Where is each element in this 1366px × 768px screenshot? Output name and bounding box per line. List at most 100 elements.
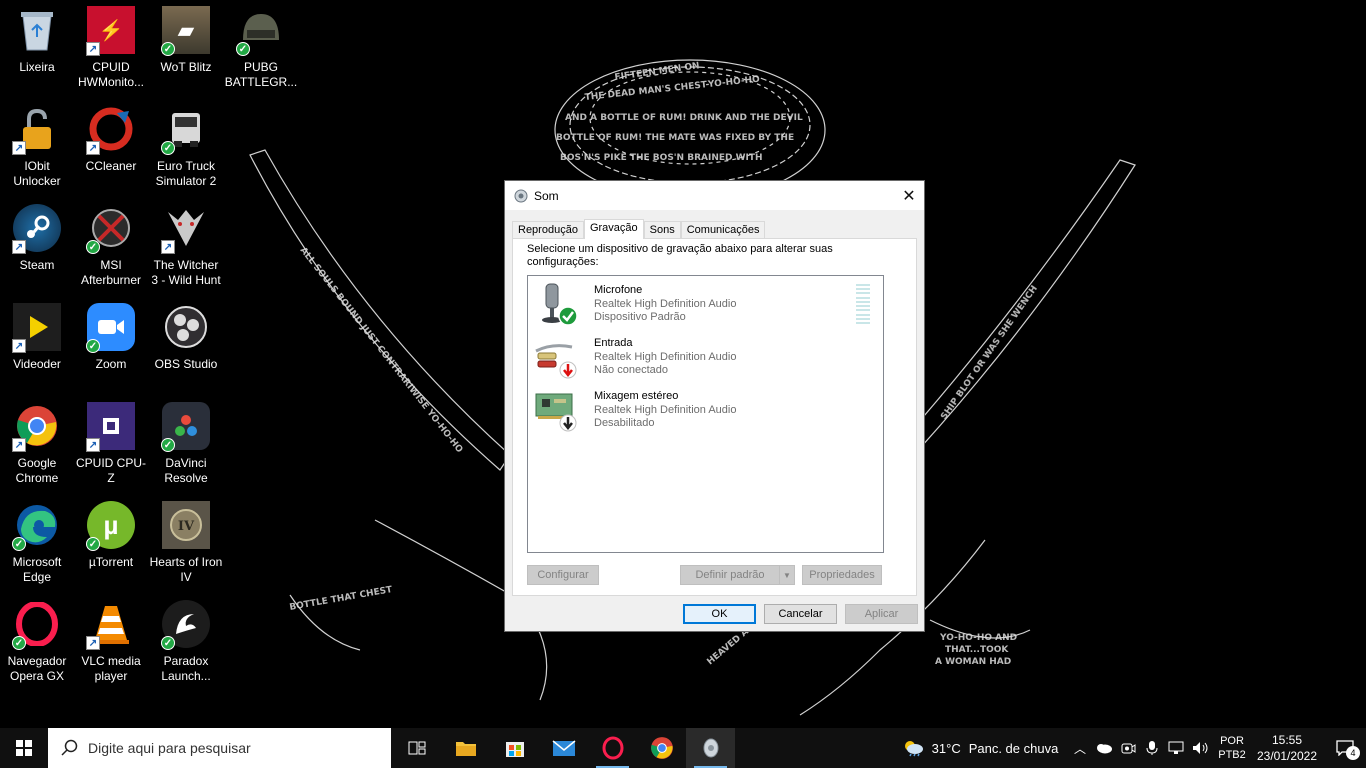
desktop-icon-paradox-launcher[interactable]: ✓ Paradox Launch... <box>149 594 223 686</box>
shortcut-arrow-icon: ↗ <box>12 339 26 353</box>
desktop-icon-label: Hearts of Iron IV <box>149 555 223 584</box>
desktop-icon-euro-truck-simulator-2[interactable]: ✓ Euro Truck Simulator 2 <box>149 99 223 191</box>
desktop-icon-steam[interactable]: ↗ Steam <box>0 198 74 290</box>
desktop-icon-google-chrome[interactable]: ↗ Google Chrome <box>0 396 74 488</box>
svg-text:BOTTLE OF RUM! THE MATE WAS FI: BOTTLE OF RUM! THE MATE WAS FIXED BY THE <box>556 133 794 143</box>
set-default-dropdown[interactable]: ▼ <box>779 565 795 585</box>
desktop-icon-label: The Witcher 3 - Wild Hunt <box>151 258 221 287</box>
network-tray-button[interactable] <box>1164 728 1188 768</box>
desktop-icon-iobit-unlocker[interactable]: ↗ IObit Unlocker <box>0 99 74 191</box>
close-button[interactable]: ✕ <box>894 181 924 210</box>
device-driver: Realtek High Definition Audio <box>594 298 737 310</box>
taskbar-file-explorer[interactable] <box>441 728 490 768</box>
device-driver: Realtek High Definition Audio <box>594 351 737 363</box>
tab-gravacao[interactable]: Gravação <box>583 219 644 239</box>
desktop-icon-ccleaner[interactable]: ↗ CCleaner <box>74 99 148 191</box>
taskbar-microsoft-store[interactable] <box>490 728 539 768</box>
shortcut-arrow-icon: ↗ <box>86 438 100 452</box>
apply-button[interactable]: Aplicar <box>845 604 918 624</box>
cloud-icon <box>1097 744 1112 754</box>
desktop-icon-msi-afterburner[interactable]: ✓ MSI Afterburner <box>74 198 148 290</box>
taskbar-google-chrome[interactable] <box>637 728 686 768</box>
store-icon <box>505 742 524 757</box>
tab-sons[interactable]: Sons <box>643 221 681 239</box>
desktop-icon-videoder[interactable]: ↗ Videoder <box>0 297 74 389</box>
camera-tray-button[interactable] <box>1116 728 1140 768</box>
desktop-icon-obs-studio[interactable]: OBS Studio <box>149 297 223 389</box>
keyboard-layout: PTB2 <box>1218 749 1246 761</box>
tab-comunicacoes[interactable]: Comunicações <box>680 221 766 239</box>
task-view-button[interactable] <box>392 728 441 768</box>
desktop-icon-utorrent[interactable]: µ ✓ µTorrent <box>74 495 148 587</box>
desktop-icon-davinci-resolve[interactable]: ✓ DaVinci Resolve <box>149 396 223 488</box>
ok-button[interactable]: OK <box>683 604 756 624</box>
language-code: POR <box>1220 735 1244 747</box>
properties-button[interactable]: Propriedades <box>802 565 882 585</box>
desktop-icon-label: IObit Unlocker <box>13 159 61 188</box>
clock[interactable]: 15:55 23/01/2022 <box>1250 728 1324 768</box>
shortcut-arrow-icon: ↗ <box>86 42 100 56</box>
recording-device-list[interactable]: Microfone Realtek High Definition Audio … <box>527 275 884 553</box>
dialog-titlebar[interactable]: Som ✕ <box>505 181 924 210</box>
sync-check-icon: ✓ <box>12 537 26 551</box>
chevron-up-icon: ︿ <box>1073 741 1086 756</box>
taskbar-sound-settings[interactable] <box>686 728 735 768</box>
folder-icon <box>455 742 476 756</box>
desktop-icon-label: Lixeira <box>19 60 55 74</box>
instruction-text: Selecione um dispositivo de gravação aba… <box>527 243 833 268</box>
taskbar-search-box[interactable]: Digite aqui para pesquisar <box>48 728 391 768</box>
configure-button[interactable]: Configurar <box>527 565 599 585</box>
tab-reproducao[interactable]: Reprodução <box>512 221 584 239</box>
cancel-button[interactable]: Cancelar <box>764 604 837 624</box>
shortcut-arrow-icon: ↗ <box>86 141 100 155</box>
wot-blitz-icon: ▰ ✓ <box>161 6 210 56</box>
start-button[interactable] <box>0 728 48 768</box>
notification-center-button[interactable]: 4 <box>1324 728 1366 768</box>
davinci-resolve-icon: ✓ <box>161 402 210 452</box>
onedrive-tray-button[interactable] <box>1092 728 1116 768</box>
microphone-tray-button[interactable] <box>1140 728 1164 768</box>
utorrent-icon: µ ✓ <box>86 501 135 551</box>
desktop-icon-cpuid-hwmonitor[interactable]: ⚡ ↗ CPUID HWMonito... <box>74 0 148 92</box>
shortcut-arrow-icon: ↗ <box>12 438 26 452</box>
desktop-icon-the-witcher-3[interactable]: ↗ The Witcher 3 - Wild Hunt <box>149 198 223 290</box>
desktop-icon-wot-blitz[interactable]: ▰ ✓ WoT Blitz <box>149 0 223 92</box>
desktop-icon-hearts-of-iron-iv[interactable]: IV Hearts of Iron IV <box>149 495 223 587</box>
taskbar-opera-gx[interactable] <box>588 728 637 768</box>
weather-widget[interactable]: 31°C Panc. de chuva <box>892 728 1068 768</box>
device-item-entrada[interactable]: Entrada Realtek High Definition Audio Nã… <box>530 331 880 381</box>
shortcut-arrow-icon: ↗ <box>12 141 26 155</box>
desktop-icon-vlc[interactable]: ↗ VLC media player <box>74 594 148 686</box>
desktop-icon-label: WoT Blitz <box>160 60 212 74</box>
device-name: Mixagem estéreo <box>594 390 679 402</box>
sync-check-icon: ✓ <box>161 141 175 155</box>
device-status: Não conectado <box>594 364 668 376</box>
desktop-icon-recycle-bin[interactable]: Lixeira <box>0 0 74 92</box>
hwmonitor-icon: ⚡ ↗ <box>86 6 135 56</box>
desktop-icon-opera-gx[interactable]: ✓ Navegador Opera GX <box>0 594 74 686</box>
taskbar-mail[interactable] <box>539 728 588 768</box>
volume-tray-button[interactable] <box>1188 728 1214 768</box>
vlc-cone-icon: ↗ <box>86 600 135 650</box>
sound-card-icon <box>535 393 577 432</box>
dialog-tabs: Reprodução Gravação Sons Comunicações <box>512 219 766 239</box>
set-default-button[interactable]: Definir padrão <box>680 565 780 585</box>
show-hidden-icons-button[interactable]: ︿ <box>1068 728 1092 768</box>
svg-text:AND A BOTTLE OF RUM! DRINK AND: AND A BOTTLE OF RUM! DRINK AND THE DEVIL <box>565 113 803 123</box>
network-ethernet-icon <box>1168 741 1184 754</box>
desktop-icon-pubg[interactable]: ✓ PUBG BATTLEGR... <box>224 0 298 92</box>
desktop-icon-zoom[interactable]: ✓ Zoom <box>74 297 148 389</box>
device-item-microfone[interactable]: Microfone Realtek High Definition Audio … <box>530 278 880 328</box>
desktop-icon-label: Zoom <box>95 357 127 371</box>
paradox-icon: ✓ <box>161 600 210 650</box>
search-icon <box>61 739 78 756</box>
weather-description: Panc. de chuva <box>968 740 1059 756</box>
desktop-icon-microsoft-edge[interactable]: ✓ Microsoft Edge <box>0 495 74 587</box>
input-language-button[interactable]: POR PTB2 <box>1214 728 1250 768</box>
sync-check-icon: ✓ <box>161 438 175 452</box>
device-name: Entrada <box>594 337 633 349</box>
desktop-icon-cpuid-cpu-z[interactable]: ↗ CPUID CPU-Z <box>74 396 148 488</box>
recycle-bin-icon <box>13 6 61 54</box>
desktop-icon-label: Google Chrome <box>15 456 59 485</box>
device-item-mixagem-estereo[interactable]: Mixagem estéreo Realtek High Definition … <box>530 384 880 434</box>
